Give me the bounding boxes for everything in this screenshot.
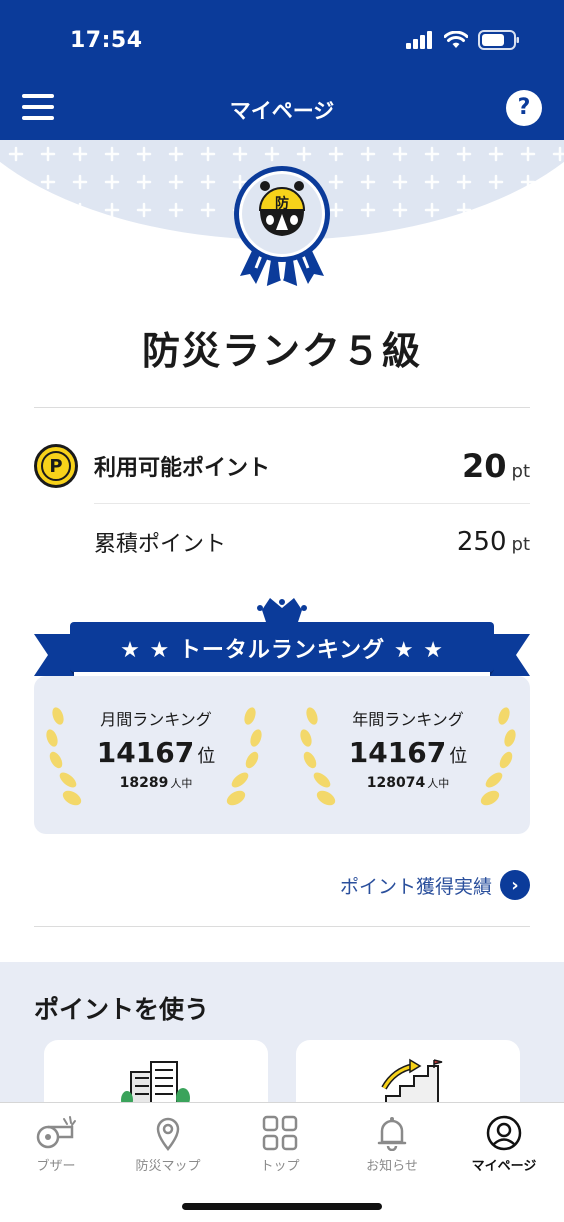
point-history-label: ポイント獲得実績: [339, 875, 492, 898]
tab-notifications[interactable]: お知らせ: [336, 1115, 448, 1174]
chevron-right-icon: ›: [500, 870, 530, 900]
yearly-ranking: 年間ランキング 14167 位 128074 人中: [308, 706, 508, 791]
tab-mypage[interactable]: マイページ: [448, 1115, 560, 1174]
tab-disaster-map[interactable]: 防災マップ: [112, 1115, 224, 1174]
help-button[interactable]: ?: [506, 90, 542, 126]
available-points-label: 利用可能ポイント: [94, 456, 271, 481]
rank-medal-icon: 防: [234, 166, 330, 286]
point-coin-icon: P: [34, 444, 78, 488]
status-icons: [406, 30, 520, 50]
yearly-ranking-value: 14167: [348, 736, 447, 769]
yearly-ranking-label: 年間ランキング: [352, 710, 464, 729]
grid-icon: [262, 1115, 298, 1151]
divider: [34, 407, 530, 408]
tab-label: マイページ: [471, 1159, 537, 1174]
monthly-ranking-unit: 位: [197, 746, 216, 767]
use-points-title: ポイントを使う: [34, 995, 210, 1024]
divider: [94, 503, 530, 504]
yearly-ranking-total-unit: 人中: [427, 777, 450, 790]
cumulative-points-unit: pt: [511, 534, 530, 555]
point-history-link[interactable]: ポイント獲得実績 ›: [340, 870, 530, 900]
tab-label: ブザー: [36, 1159, 76, 1174]
yearly-ranking-total: 128074: [366, 775, 426, 791]
map-pin-icon: [156, 1117, 180, 1151]
cumulative-points-value: 250: [456, 527, 507, 557]
status-bar: 17:54: [0, 0, 564, 80]
cumulative-points-label: 累積ポイント: [94, 532, 227, 557]
monthly-ranking-label: 月間ランキング: [100, 710, 212, 729]
monthly-ranking: 月間ランキング 14167 位 18289 人中: [56, 706, 256, 791]
signal-icon: [406, 31, 432, 49]
yearly-ranking-unit: 位: [449, 746, 468, 767]
wifi-icon: [444, 31, 468, 48]
available-points-row: P 利用可能ポイント 20 pt: [34, 442, 530, 490]
tab-label: お知らせ: [366, 1159, 418, 1174]
bell-icon: [377, 1117, 407, 1151]
rank-title: 防災ランク５級: [141, 329, 422, 373]
page-title: マイページ: [229, 99, 335, 123]
cumulative-points-row: 累積ポイント 250 pt: [34, 522, 530, 562]
available-points-unit: pt: [511, 461, 530, 482]
divider: [34, 926, 530, 927]
monthly-ranking-total-unit: 人中: [170, 777, 193, 790]
tab-label: トップ: [260, 1159, 300, 1174]
monthly-ranking-value: 14167: [96, 736, 195, 769]
available-points-value: 20: [461, 447, 507, 485]
whistle-icon: [36, 1116, 76, 1149]
home-indicator: [182, 1203, 382, 1210]
tab-top[interactable]: トップ: [224, 1115, 336, 1174]
total-ranking-title: ★ ★ トータルランキング ★ ★: [120, 638, 444, 663]
svg-text:防: 防: [275, 195, 289, 212]
stairs-arrow-icon: [381, 1058, 443, 1107]
tab-label: 防災マップ: [135, 1159, 201, 1174]
battery-icon: [478, 30, 519, 50]
buildings-icon: [121, 1061, 190, 1108]
status-time: 17:54: [70, 28, 143, 53]
tab-buzzer[interactable]: ブザー: [0, 1115, 112, 1174]
app-header: マイページ ?: [0, 80, 564, 140]
monthly-ranking-total: 18289: [119, 775, 169, 791]
profile-icon: [486, 1115, 522, 1151]
